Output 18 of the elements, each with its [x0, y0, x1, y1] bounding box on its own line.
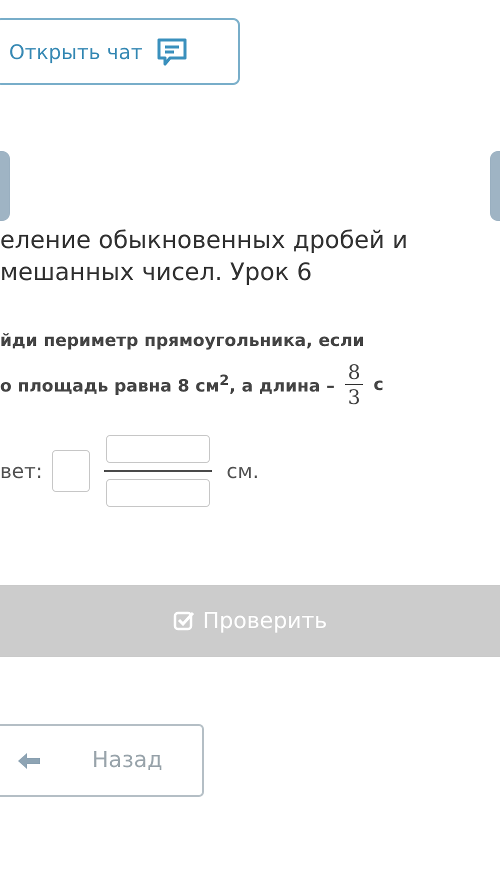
unit-text: см. [226, 459, 259, 483]
side-tab[interactable] [0, 151, 10, 221]
whole-part-field[interactable] [52, 450, 90, 492]
chat-icon [156, 36, 188, 66]
open-chat-button[interactable]: Открыть чат [0, 18, 240, 85]
checkbox-icon [172, 610, 195, 632]
side-tab[interactable] [490, 151, 500, 221]
question-text: о площадь равна 8 см$^{2}$, а длина – [0, 372, 335, 396]
lesson-title: мешанных чисел. Урок 6 [0, 257, 313, 288]
numerator-field[interactable] [106, 435, 210, 463]
question-text: йди периметр прямоугольника, если [0, 330, 366, 353]
answer-label: вет: [0, 459, 42, 483]
fraction: 8 3 [344, 360, 364, 409]
denominator-field[interactable] [106, 479, 210, 507]
unit-text: с [373, 374, 384, 394]
back-button[interactable]: Назад [0, 724, 204, 797]
lesson-title: еление обыкновенных дробей и [0, 225, 409, 256]
arrow-left-icon [16, 750, 42, 770]
